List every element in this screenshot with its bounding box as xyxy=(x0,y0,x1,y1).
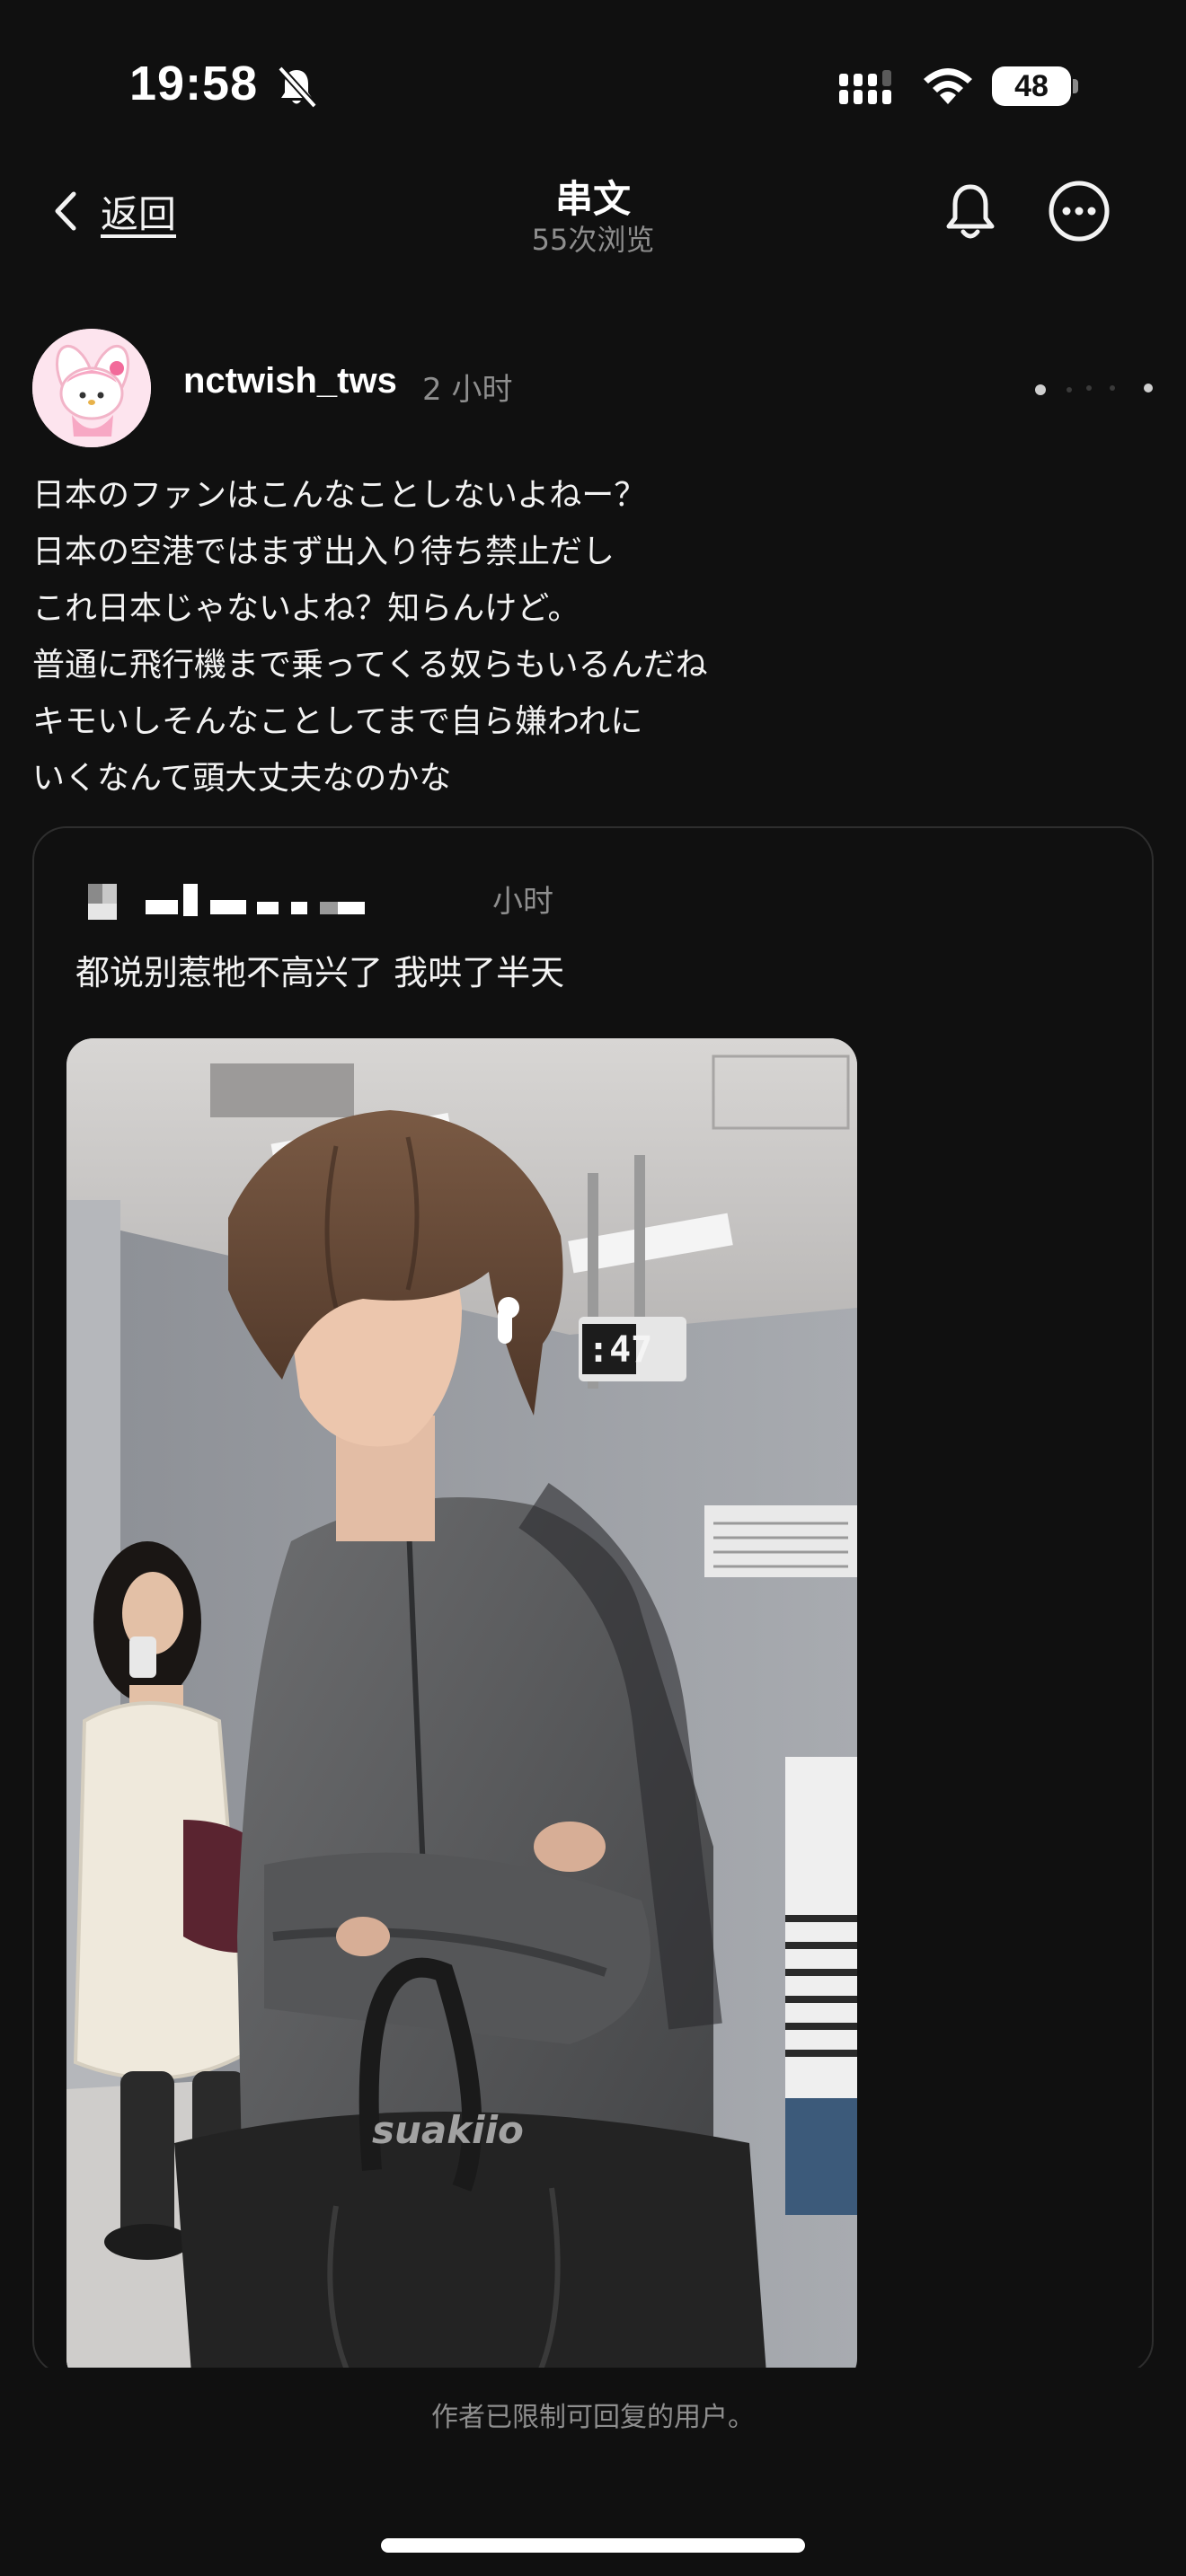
view-count: 55次浏览 xyxy=(531,223,655,257)
post-line: これ日本じゃないよね？知らんけど。 xyxy=(32,590,580,627)
post-username[interactable]: nctwish_tws xyxy=(183,361,397,401)
avatar[interactable] xyxy=(32,329,151,447)
post-time: 2 小时 xyxy=(422,372,513,408)
post-line: キモいしそんなことしてまで自ら嫌われに xyxy=(32,703,643,740)
more-icon[interactable] xyxy=(1048,180,1111,243)
reply-restriction-notice: 作者已限制可回复的用户。 xyxy=(431,2402,755,2433)
post-line: いくなんて頭大丈夫なのかな xyxy=(32,760,452,797)
post-line: 日本のファンはこんなことしないよねー？ xyxy=(32,477,647,514)
wifi-icon xyxy=(924,68,972,104)
cell-signal-icon xyxy=(839,70,891,104)
quoted-post-photo[interactable]: :47 suakiio xyxy=(66,1038,857,2373)
quoted-post-card[interactable]: 小时 都说别惹牠不高兴了 我哄了半天:47 suakiio xyxy=(32,826,1154,2375)
more-dots-icon[interactable] xyxy=(1033,381,1159,399)
battery-icon: 48 xyxy=(992,66,1071,106)
status-bar: 19:58 48 xyxy=(0,0,1186,171)
bell-icon[interactable] xyxy=(940,180,1001,244)
pixelated-username xyxy=(88,884,365,920)
battery-level: 48 xyxy=(1014,68,1049,103)
quoted-post-text: 都说别惹牠不高兴了 我哄了半天 xyxy=(75,953,565,992)
post-line: 日本の空港ではまず出入り待ち禁止だし xyxy=(32,534,615,570)
photo-clock: :47 xyxy=(588,1329,652,1371)
page-title: 串文 xyxy=(554,177,631,221)
battery-cap xyxy=(1073,79,1078,93)
status-time: 19:58 xyxy=(129,57,259,110)
bell-muted-icon xyxy=(278,66,317,109)
home-indicator[interactable] xyxy=(381,2538,805,2553)
airport-photo: :47 suakiio xyxy=(66,1038,857,2373)
avatar-image xyxy=(32,329,151,447)
post-line: 普通に飛行機まで乗ってくる奴らもいるんだね xyxy=(32,647,708,684)
quoted-post-time: 小时 xyxy=(492,884,553,920)
photo-watermark: suakiio xyxy=(372,2108,524,2152)
post-body: 日本のファンはこんなことしないよねー？ 日本の空港ではまず出入り待ち禁止だし こ… xyxy=(32,467,1155,807)
